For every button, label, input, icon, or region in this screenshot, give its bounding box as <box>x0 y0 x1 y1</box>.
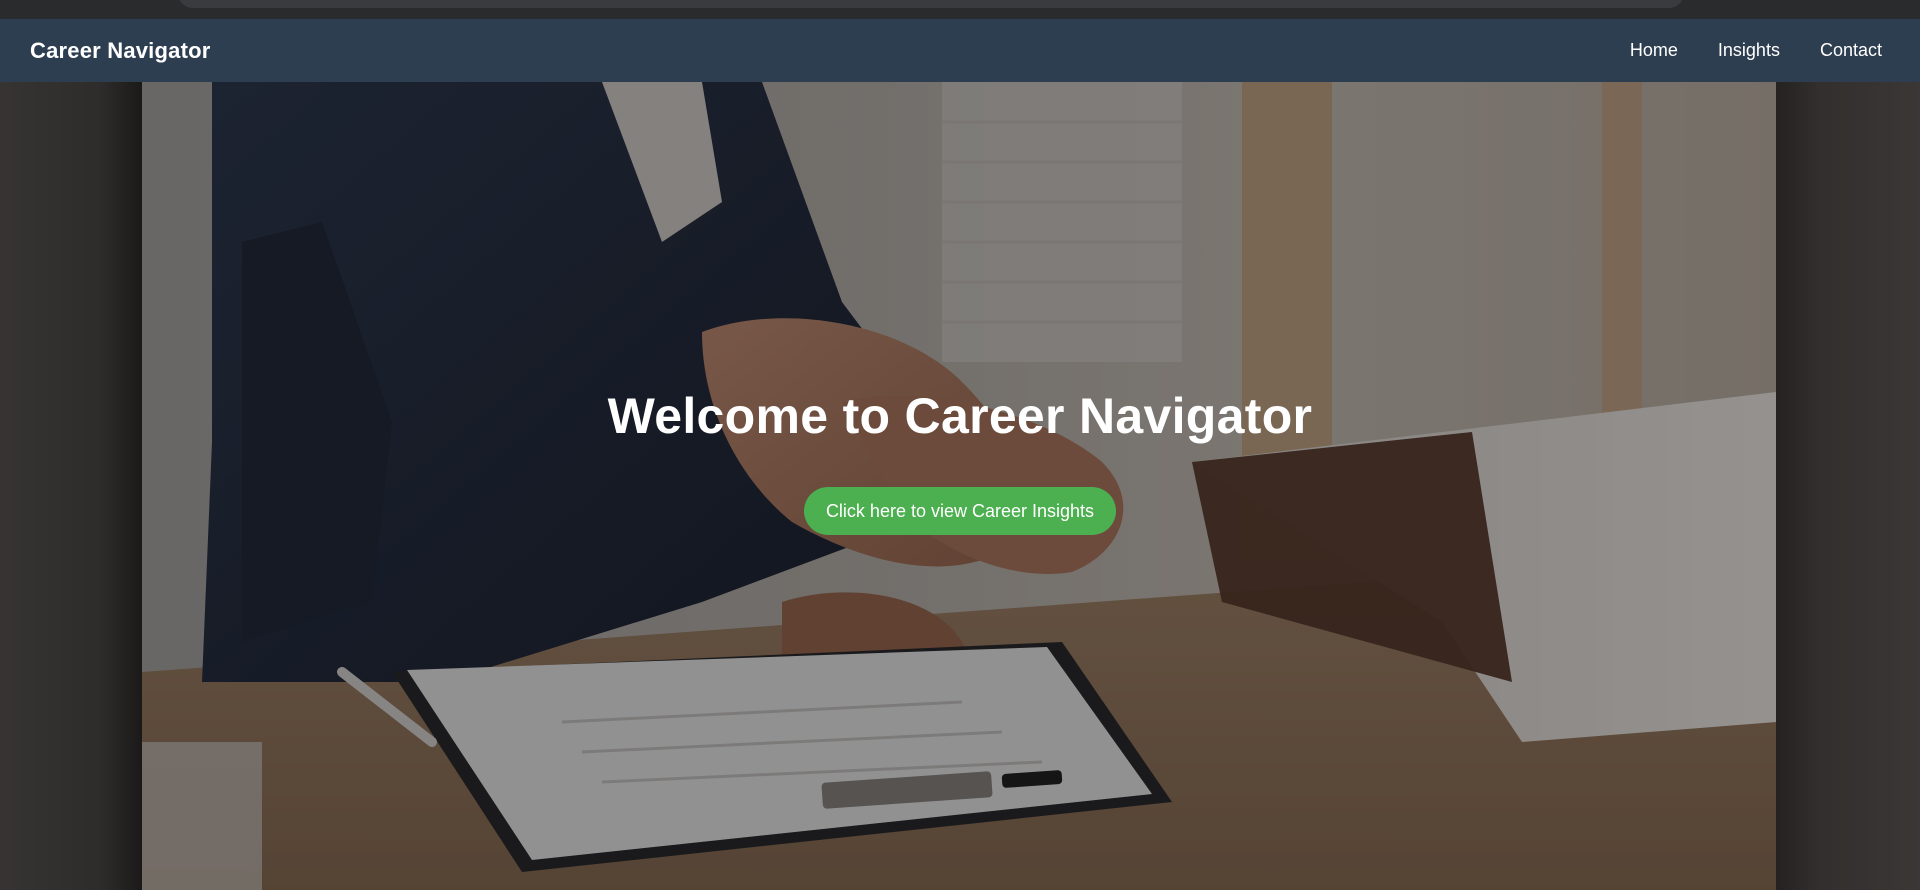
hero-section: Welcome to Career Navigator Click here t… <box>0 82 1920 890</box>
nav-links: Home Insights Contact <box>1630 19 1882 82</box>
nav-link-home[interactable]: Home <box>1630 40 1678 61</box>
site-brand[interactable]: Career Navigator <box>30 19 211 82</box>
browser-top-strip <box>0 0 1920 19</box>
navbar: Career Navigator Home Insights Contact <box>0 19 1920 82</box>
hero-title: Welcome to Career Navigator <box>607 388 1313 444</box>
view-career-insights-button[interactable]: Click here to view Career Insights <box>804 487 1116 535</box>
nav-link-contact[interactable]: Contact <box>1820 40 1882 61</box>
browser-address-bar[interactable] <box>178 0 1684 8</box>
hero-content: Welcome to Career Navigator Click here t… <box>0 82 1920 890</box>
nav-link-insights[interactable]: Insights <box>1718 40 1780 61</box>
